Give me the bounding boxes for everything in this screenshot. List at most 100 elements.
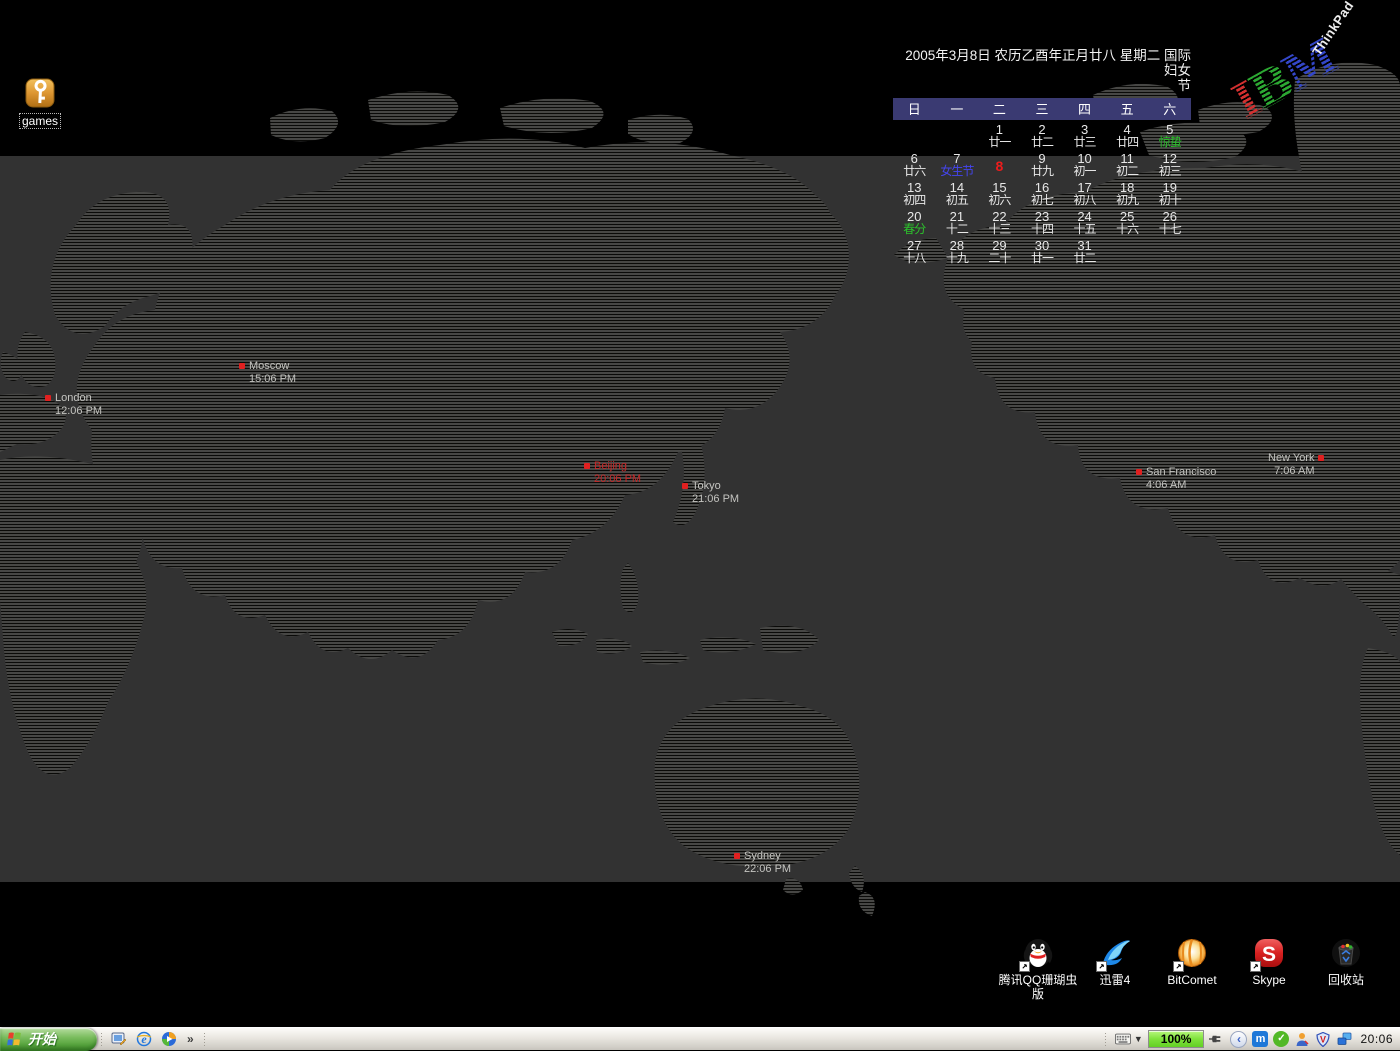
system-tray: ▼ 100% ‹ m ✓ V — [1101, 1028, 1400, 1050]
calendar-day-cell: 21十二 — [936, 209, 979, 238]
calendar-lunar-label: 二十 — [978, 252, 1021, 265]
calendar-lunar-label: 女生节 — [936, 165, 979, 178]
desktop-icon-recycle-bin[interactable]: 回收站 — [1306, 936, 1386, 987]
calendar-lunar-label: 十四 — [1021, 223, 1064, 236]
tray-grip[interactable] — [1104, 1032, 1107, 1047]
network-connection-tray-icon[interactable] — [1336, 1031, 1352, 1047]
tray-clock[interactable]: 20:06 — [1360, 1032, 1393, 1046]
calendar-day-cell: 3廿三 — [1063, 122, 1106, 151]
calendar-day-cell: 6廿六 — [893, 151, 936, 180]
city-time: 12:06 PM — [55, 405, 102, 417]
calendar-day-cell: 25十六 — [1106, 209, 1149, 238]
city-dot-icon — [584, 463, 590, 469]
tray-collapse-chevron[interactable]: ‹ — [1230, 1031, 1247, 1048]
calendar-lunar-label: 初四 — [893, 194, 936, 207]
calendar-day-cell: 14初五 — [936, 180, 979, 209]
shortcut-arrow-icon — [1019, 961, 1030, 972]
input-method-caret-icon[interactable]: ▼ — [1134, 1034, 1143, 1044]
city-dot-icon — [682, 483, 688, 489]
desktop-icon-qq[interactable]: 腾讯QQ珊瑚虫版 — [998, 936, 1078, 1001]
city-dot-icon — [239, 363, 245, 369]
calendar-day-cell: 11初二 — [1106, 151, 1149, 180]
calendar-lunar-label: 惊蛰 — [1148, 136, 1191, 149]
calendar-day-number: 8 — [996, 160, 1004, 173]
internet-explorer-icon[interactable]: e — [135, 1031, 152, 1048]
calendar-lunar-label: 初十 — [1148, 194, 1191, 207]
calendar-title: 2005年3月8日 农历乙酉年正月廿八 星期二 国际妇女 节 — [893, 48, 1191, 93]
power-plug-icon[interactable] — [1209, 1031, 1225, 1047]
windows-flag-icon — [6, 1032, 23, 1047]
messenger-person-tray-icon[interactable] — [1294, 1031, 1310, 1047]
city-marker: Tokyo21:06 PM — [682, 480, 739, 505]
calendar-day-cell: 27十八 — [893, 238, 936, 267]
svg-text:e: e — [141, 1032, 147, 1046]
city-marker: Sydney22:06 PM — [734, 850, 791, 875]
quick-launch-overflow-chevron[interactable]: » — [185, 1032, 196, 1046]
city-name: Sydney — [744, 850, 781, 862]
calendar-day-cell: 15初六 — [978, 180, 1021, 209]
calendar-grid: 1廿一2廿二3廿三4廿四5惊蛰6廿六7女生节89廿九10初一11初二12初三13… — [893, 122, 1191, 267]
calendar-day-cell: 19初十 — [1148, 180, 1191, 209]
desktop-icon-label: games — [19, 113, 61, 129]
city-name: Moscow — [249, 360, 289, 372]
calendar-day-cell: 1廿一 — [978, 122, 1021, 151]
taskbar-grip[interactable] — [203, 1032, 206, 1047]
city-time: 20:06 PM — [594, 473, 641, 485]
media-player-icon[interactable] — [160, 1031, 177, 1048]
city-dot-icon — [1136, 469, 1142, 475]
calendar-blank-cell — [893, 122, 936, 151]
calendar-today-cell: 8 — [978, 151, 1021, 180]
calendar-lunar-label: 廿一 — [1021, 252, 1064, 265]
desktop-icon-label: 腾讯QQ珊瑚虫版 — [998, 973, 1078, 1001]
quick-launch-grip[interactable] — [100, 1032, 103, 1047]
bitcomet-ball-icon — [1175, 936, 1209, 970]
calendar-lunar-label: 春分 — [893, 223, 936, 236]
shortcut-arrow-icon — [1250, 961, 1261, 972]
city-marker: San Francisco4:06 AM — [1136, 466, 1216, 491]
calendar-day-cell: 20春分 — [893, 209, 936, 238]
quick-launch-bar: e » — [106, 1031, 200, 1048]
qq-penguin-icon — [1021, 936, 1055, 970]
city-name: San Francisco — [1146, 466, 1216, 478]
key-icon — [23, 76, 57, 110]
green-check-tray-icon[interactable]: ✓ — [1273, 1031, 1289, 1047]
calendar-weekday: 六 — [1148, 99, 1191, 118]
antivirus-shield-tray-icon[interactable]: V — [1315, 1031, 1331, 1047]
start-button[interactable]: 开始 — [0, 1028, 97, 1051]
calendar-weekday-header: 日一二三四五六 — [893, 98, 1191, 120]
input-method-keyboard-icon[interactable] — [1115, 1031, 1131, 1047]
desktop-icon-games[interactable]: games — [0, 76, 80, 130]
calendar-lunar-label: 初六 — [978, 194, 1021, 207]
calendar-day-cell: 26十七 — [1148, 209, 1191, 238]
desktop-icon-label: 回收站 — [1306, 973, 1386, 987]
thunder-bird-icon — [1098, 936, 1132, 970]
calendar-day-cell: 7女生节 — [936, 151, 979, 180]
city-time: 7:06 AM — [1268, 465, 1314, 477]
calendar-lunar-label: 十二 — [936, 223, 979, 236]
desktop-icon-xunlei[interactable]: 迅雷4 — [1075, 936, 1155, 987]
maxthon-tray-icon[interactable]: m — [1252, 1031, 1268, 1047]
calendar-lunar-label: 廿二 — [1063, 252, 1106, 265]
calendar-lunar-label: 十九 — [936, 252, 979, 265]
calendar-day-cell: 4廿四 — [1106, 122, 1149, 151]
calendar-lunar-label: 初三 — [1148, 165, 1191, 178]
city-dot-icon — [734, 853, 740, 859]
show-desktop-icon[interactable] — [110, 1031, 127, 1048]
svg-text:V: V — [1320, 1034, 1326, 1044]
calendar-lunar-label: 廿六 — [893, 165, 936, 178]
calendar-day-cell: 23十四 — [1021, 209, 1064, 238]
desktop-icon-label: 迅雷4 — [1075, 973, 1155, 987]
city-dot-icon — [45, 395, 51, 401]
desktop-icon-label: Skype — [1229, 973, 1309, 987]
calendar-weekday: 日 — [893, 99, 936, 118]
city-time: 15:06 PM — [249, 373, 296, 385]
calendar-day-cell: 22十三 — [978, 209, 1021, 238]
calendar-day-cell: 30廿一 — [1021, 238, 1064, 267]
battery-indicator[interactable]: 100% — [1148, 1030, 1205, 1048]
desktop-icon-skype[interactable]: S Skype — [1229, 936, 1309, 987]
desktop-icon-bitcomet[interactable]: BitComet — [1152, 936, 1232, 987]
skype-icon: S — [1252, 936, 1286, 970]
city-name: Tokyo — [692, 480, 721, 492]
calendar-blank-cell — [936, 122, 979, 151]
svg-text:S: S — [1262, 943, 1276, 966]
